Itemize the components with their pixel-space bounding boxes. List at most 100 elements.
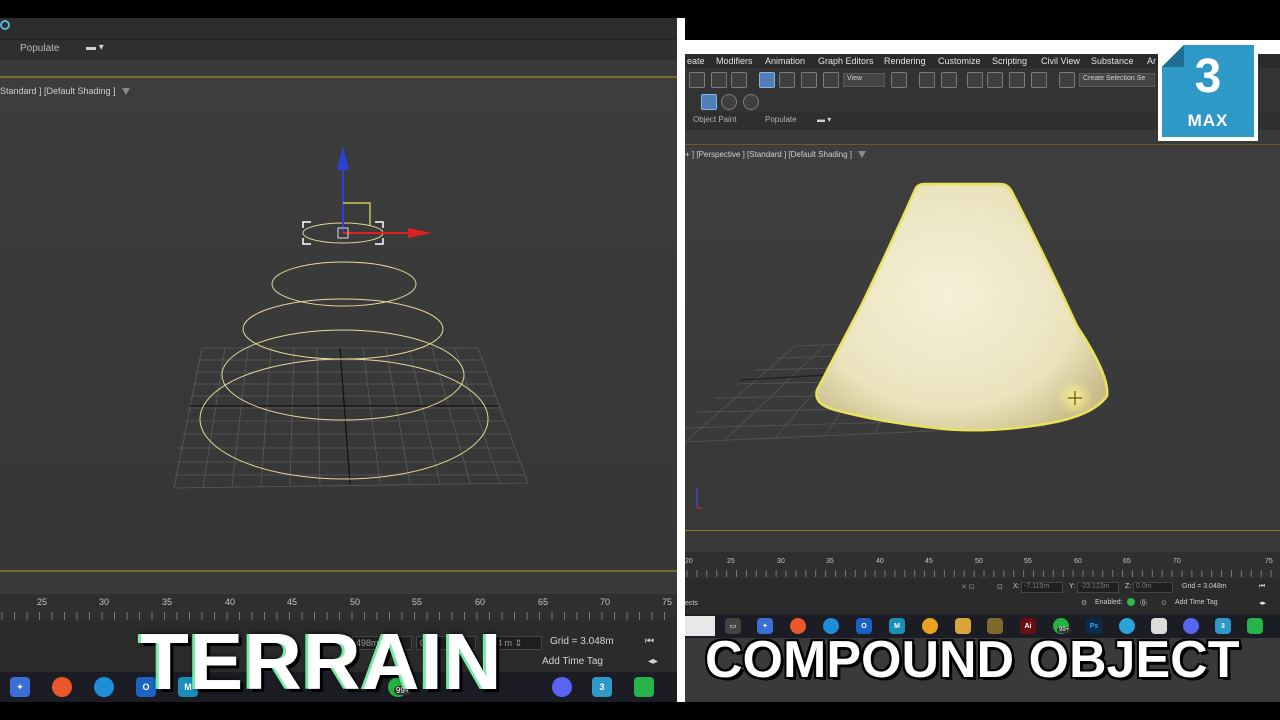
window-crossing-icon[interactable] bbox=[731, 72, 747, 88]
frame-tick: 55 bbox=[412, 597, 423, 607]
add-time-tag-button[interactable]: Add Time Tag bbox=[542, 656, 603, 667]
menu-substance[interactable]: Substance bbox=[1091, 56, 1134, 66]
coord-x-label: X: bbox=[1013, 583, 1020, 590]
keyboard-shortcut-icon[interactable] bbox=[941, 72, 957, 88]
ground-grid bbox=[173, 347, 529, 489]
object-paint-tab[interactable]: Object Paint bbox=[693, 115, 737, 124]
frame-tick: 65 bbox=[1123, 558, 1131, 565]
select-scale-icon[interactable] bbox=[801, 72, 817, 88]
key-mode-icon[interactable]: ◂▸ bbox=[648, 656, 658, 667]
coord-y-label: Y: bbox=[1069, 583, 1076, 590]
contour-spline-3 bbox=[242, 298, 444, 360]
logo-number: 3 bbox=[1194, 50, 1222, 103]
enabled-toggle-icon[interactable]: ⓪ bbox=[1140, 598, 1147, 608]
left-perspective-viewport[interactable]: Standard ] [Default Shading ] bbox=[0, 78, 677, 570]
select-region-icon[interactable] bbox=[711, 72, 727, 88]
pivot-center-icon[interactable] bbox=[891, 72, 907, 88]
grid-outline bbox=[173, 347, 529, 489]
ribbon-dropdown-icon[interactable]: ▬ ▾ bbox=[817, 115, 831, 124]
toggle-scene-explorer-icon[interactable] bbox=[721, 94, 737, 110]
menu-civil-view[interactable]: Civil View bbox=[1041, 56, 1080, 66]
app-logo-icon bbox=[0, 20, 10, 30]
menu-modifiers[interactable]: Modifiers bbox=[716, 56, 753, 66]
frame-tick: 75 bbox=[1265, 558, 1273, 565]
select-rotate-icon[interactable] bbox=[779, 72, 795, 88]
layer-explorer-icon[interactable] bbox=[701, 94, 717, 110]
create-selection-set-dropdown[interactable]: Create Selection Se bbox=[1079, 73, 1155, 87]
transform-gizmo-icon bbox=[337, 146, 432, 239]
frame-tick: 25 bbox=[727, 558, 735, 565]
angle-snap-icon[interactable] bbox=[987, 72, 1003, 88]
menu-graph-editors[interactable]: Graph Editors bbox=[818, 56, 874, 66]
undo-icon[interactable] bbox=[689, 72, 705, 88]
select-place-icon[interactable] bbox=[823, 72, 839, 88]
frame-tick: 35 bbox=[826, 558, 834, 565]
contour-splines bbox=[199, 261, 489, 480]
add-time-tag-button[interactable]: Add Time Tag bbox=[1175, 599, 1218, 606]
menu-animation[interactable]: Animation bbox=[765, 56, 805, 66]
snaps-toggle-icon[interactable] bbox=[967, 72, 983, 88]
percent-snap-icon[interactable] bbox=[1009, 72, 1025, 88]
frame-tick: 60 bbox=[1074, 558, 1082, 565]
frame-tick: 50 bbox=[975, 558, 983, 565]
right-perspective-viewport[interactable]: + ] [Perspective ] [Standard ] [Default … bbox=[685, 146, 1280, 530]
firefox-icon[interactable] bbox=[52, 677, 72, 697]
contour-spline-5 bbox=[199, 358, 489, 480]
copilot-icon[interactable]: ✦ bbox=[10, 677, 30, 697]
coord-z-field[interactable]: 0.0m bbox=[1133, 582, 1173, 593]
left-menubar bbox=[0, 18, 677, 40]
reference-coord-dropdown[interactable]: View bbox=[843, 73, 885, 87]
frame-tick: 20 bbox=[685, 558, 693, 565]
menu-customize[interactable]: Customize bbox=[938, 56, 981, 66]
left-ribbon: Populate ▬ ▾ bbox=[0, 40, 677, 60]
selection-status-text: ects bbox=[685, 600, 698, 607]
frame-tick: 70 bbox=[1173, 558, 1181, 565]
green-app-icon[interactable] bbox=[1247, 618, 1263, 634]
enabled-label: Enabled: bbox=[1095, 599, 1123, 606]
coord-x-field[interactable]: -7.119m bbox=[1021, 582, 1063, 593]
isolate-icon[interactable]: ✕ ⊡ bbox=[961, 583, 975, 591]
adaptive-degradation-icon[interactable]: ⚙ bbox=[1081, 599, 1087, 607]
frame-tick: 40 bbox=[225, 597, 236, 607]
populate-tab[interactable]: Populate bbox=[20, 43, 59, 54]
split-divider bbox=[677, 18, 685, 702]
frame-tick: 65 bbox=[538, 597, 549, 607]
go-to-start-icon[interactable]: ⏮ bbox=[1259, 583, 1265, 591]
viewport-border-bottom bbox=[0, 570, 677, 572]
terrain-caption: TERRAIN bbox=[140, 617, 503, 706]
frame-tick: 30 bbox=[99, 597, 110, 607]
absolute-mode-icon[interactable]: ⊡ bbox=[997, 583, 1003, 591]
coord-z-label: Z: bbox=[1125, 583, 1132, 590]
select-move-icon[interactable] bbox=[759, 72, 775, 88]
top-letterbox bbox=[0, 0, 1280, 18]
menu-scripting[interactable]: Scripting bbox=[992, 56, 1027, 66]
right-time-slider[interactable]: 20 25 30 35 40 45 50 55 60 65 70 75 bbox=[685, 552, 1280, 578]
menu-create[interactable]: eate bbox=[687, 56, 705, 66]
spinner-snap-icon[interactable] bbox=[1031, 72, 1047, 88]
frame-tick: 30 bbox=[777, 558, 785, 565]
terrain-scene bbox=[173, 146, 529, 489]
time-tag-icon: ⊙ bbox=[1161, 600, 1167, 607]
go-to-start-icon[interactable]: ⏮ bbox=[645, 636, 654, 647]
key-filter-icon[interactable]: ◂▸ bbox=[1259, 599, 1266, 607]
toggle-ribbon-icon[interactable] bbox=[743, 94, 759, 110]
viewport-border-bottom bbox=[685, 530, 1280, 531]
discord-icon[interactable] bbox=[552, 677, 572, 697]
edge-icon[interactable] bbox=[94, 677, 114, 697]
frame-tick: 75 bbox=[662, 597, 673, 607]
frame-tick: 45 bbox=[925, 558, 933, 565]
grid-axes bbox=[190, 347, 498, 485]
manipulate-icon[interactable] bbox=[919, 72, 935, 88]
menu-rendering[interactable]: Rendering bbox=[884, 56, 926, 66]
ribbon-dropdown-icon[interactable]: ▬ ▾ bbox=[86, 42, 104, 53]
coord-y-field[interactable]: -23.123m bbox=[1077, 582, 1119, 593]
3dsmax-taskbar-icon[interactable]: 3 bbox=[592, 677, 612, 697]
edit-named-selection-icon[interactable] bbox=[1059, 72, 1075, 88]
populate-tab[interactable]: Populate bbox=[765, 115, 797, 124]
grid-size-readout: Grid = 3.048m bbox=[550, 636, 614, 647]
timeline-ticks bbox=[686, 570, 1272, 577]
menu-arnold[interactable]: Ar bbox=[1147, 56, 1156, 66]
compound-object-caption: COMPOUND OBJECT bbox=[705, 631, 1240, 689]
green-app-icon[interactable] bbox=[634, 677, 654, 697]
enabled-indicator[interactable] bbox=[1127, 598, 1135, 606]
